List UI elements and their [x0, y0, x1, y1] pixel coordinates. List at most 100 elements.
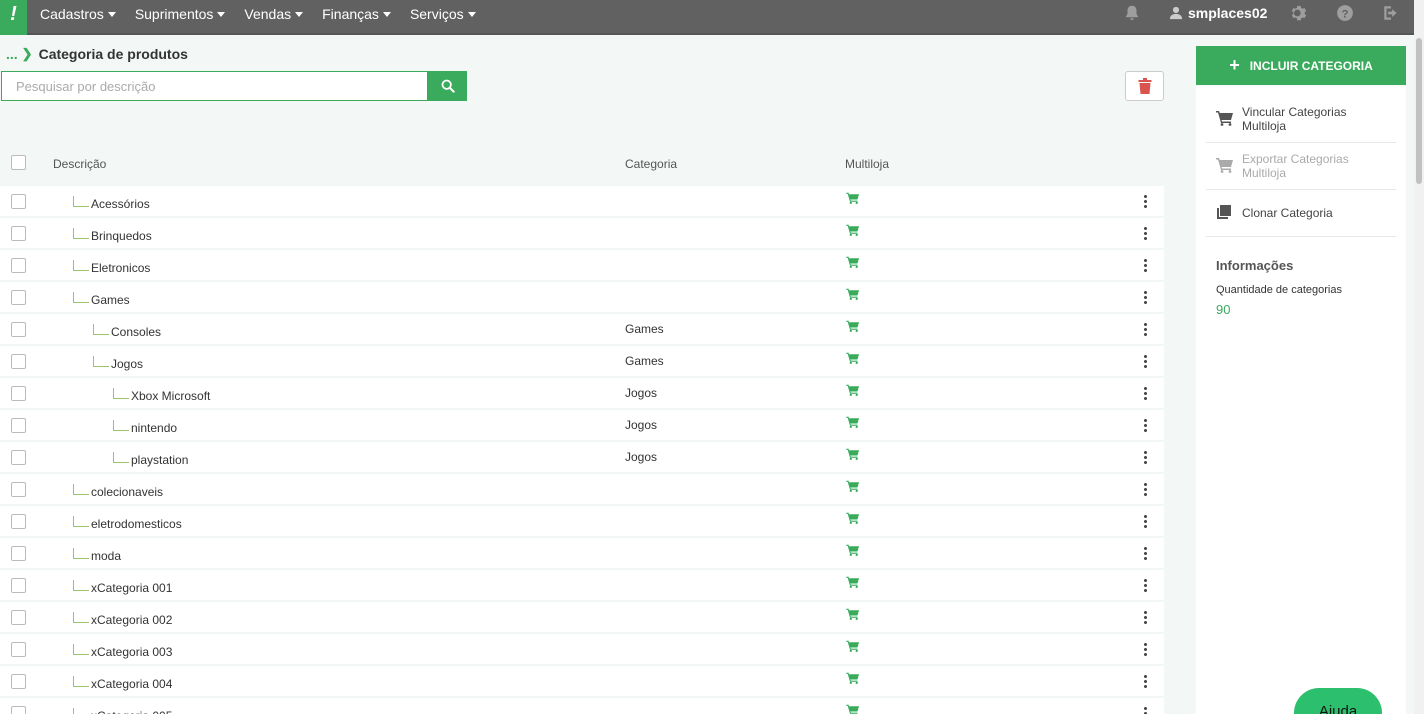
row-checkbox[interactable] [11, 482, 26, 497]
row-description[interactable]: Games [91, 293, 130, 307]
row-checkbox[interactable] [11, 258, 26, 273]
clone-category-action[interactable]: Clonar Categoria [1206, 190, 1396, 237]
cart-icon[interactable] [846, 704, 860, 714]
table-row[interactable]: xCategoria 003 [0, 634, 1164, 664]
nav-financas[interactable]: Finanças [322, 6, 391, 22]
row-description[interactable]: xCategoria 005 [91, 709, 172, 714]
row-description[interactable]: xCategoria 002 [91, 613, 172, 627]
logout-icon[interactable] [1382, 4, 1400, 22]
row-description[interactable]: Xbox Microsoft [131, 389, 210, 403]
app-logo[interactable]: ! [0, 0, 27, 35]
table-row[interactable]: Consoles Games [0, 314, 1164, 344]
cart-icon[interactable] [846, 480, 860, 495]
breadcrumb-ellipsis[interactable]: ... [6, 46, 18, 62]
more-options-icon[interactable] [1144, 259, 1148, 274]
row-description[interactable]: xCategoria 004 [91, 677, 172, 691]
row-checkbox[interactable] [11, 194, 26, 209]
table-row[interactable]: xCategoria 002 [0, 602, 1164, 632]
cart-icon[interactable] [846, 544, 860, 559]
more-options-icon[interactable] [1144, 675, 1148, 690]
nav-vendas[interactable]: Vendas [244, 6, 304, 22]
column-header-descricao[interactable]: Descrição [53, 157, 106, 171]
delete-button[interactable] [1125, 71, 1164, 101]
cart-icon[interactable] [846, 256, 860, 271]
table-row[interactable]: nintendo Jogos [0, 410, 1164, 440]
table-row[interactable]: Eletronicos [0, 250, 1164, 280]
scrollbar-thumb[interactable] [1416, 38, 1422, 184]
search-input[interactable] [1, 71, 428, 101]
row-checkbox[interactable] [11, 322, 26, 337]
table-row[interactable]: playstation Jogos [0, 442, 1164, 472]
row-checkbox[interactable] [11, 706, 26, 714]
row-checkbox[interactable] [11, 226, 26, 241]
table-row[interactable]: eletrodomesticos [0, 506, 1164, 536]
cart-icon[interactable] [846, 416, 860, 431]
link-multistore-categories-action[interactable]: Vincular Categorias Multiloja [1206, 96, 1396, 143]
page-scrollbar[interactable] [1414, 0, 1424, 714]
row-description[interactable]: Acessórios [91, 197, 150, 211]
row-description[interactable]: nintendo [131, 421, 177, 435]
cart-icon[interactable] [846, 448, 860, 463]
cart-icon[interactable] [846, 672, 860, 687]
table-row[interactable]: colecionaveis [0, 474, 1164, 504]
more-options-icon[interactable] [1144, 515, 1148, 530]
row-description[interactable]: Eletronicos [91, 261, 150, 275]
more-options-icon[interactable] [1144, 643, 1148, 658]
export-multistore-categories-action[interactable]: Exportar Categorias Multiloja [1206, 143, 1396, 190]
row-description[interactable]: xCategoria 001 [91, 581, 172, 595]
cart-icon[interactable] [846, 640, 860, 655]
cart-icon[interactable] [846, 384, 860, 399]
table-row[interactable]: Games [0, 282, 1164, 312]
table-row[interactable]: Jogos Games [0, 346, 1164, 376]
more-options-icon[interactable] [1144, 707, 1148, 714]
help-button[interactable]: Ajuda [1294, 688, 1382, 714]
row-description[interactable]: colecionaveis [91, 485, 163, 499]
row-checkbox[interactable] [11, 450, 26, 465]
table-row[interactable]: xCategoria 005 [0, 698, 1164, 714]
search-button[interactable] [428, 71, 467, 101]
row-checkbox[interactable] [11, 354, 26, 369]
cart-icon[interactable] [846, 288, 860, 303]
add-category-button[interactable]: + INCLUIR CATEGORIA [1196, 46, 1406, 85]
more-options-icon[interactable] [1144, 451, 1148, 466]
more-options-icon[interactable] [1144, 579, 1148, 594]
user-menu[interactable]: smplaces02 [1169, 5, 1267, 21]
more-options-icon[interactable] [1144, 547, 1148, 562]
column-header-multiloja[interactable]: Multiloja [845, 157, 889, 171]
more-options-icon[interactable] [1144, 387, 1148, 402]
help-icon[interactable]: ? [1336, 4, 1354, 22]
table-row[interactable]: Acessórios [0, 186, 1164, 216]
more-options-icon[interactable] [1144, 355, 1148, 370]
cart-icon[interactable] [846, 512, 860, 527]
row-checkbox[interactable] [11, 642, 26, 657]
row-checkbox[interactable] [11, 418, 26, 433]
row-description[interactable]: moda [91, 549, 121, 563]
row-description[interactable]: xCategoria 003 [91, 645, 172, 659]
row-checkbox[interactable] [11, 610, 26, 625]
cart-icon[interactable] [846, 608, 860, 623]
row-checkbox[interactable] [11, 514, 26, 529]
gear-icon[interactable] [1290, 4, 1308, 22]
more-options-icon[interactable] [1144, 483, 1148, 498]
row-checkbox[interactable] [11, 674, 26, 689]
row-checkbox[interactable] [11, 546, 26, 561]
row-checkbox[interactable] [11, 290, 26, 305]
row-description[interactable]: Consoles [111, 325, 161, 339]
more-options-icon[interactable] [1144, 611, 1148, 626]
nav-servicos[interactable]: Serviços [410, 6, 476, 22]
nav-cadastros[interactable]: Cadastros [40, 6, 116, 22]
more-options-icon[interactable] [1144, 195, 1148, 210]
row-description[interactable]: playstation [131, 453, 188, 467]
row-description[interactable]: Jogos [111, 357, 143, 371]
cart-icon[interactable] [846, 192, 860, 207]
table-row[interactable]: xCategoria 001 [0, 570, 1164, 600]
cart-icon[interactable] [846, 320, 860, 335]
cart-icon[interactable] [846, 352, 860, 367]
more-options-icon[interactable] [1144, 419, 1148, 434]
row-description[interactable]: Brinquedos [91, 229, 152, 243]
table-row[interactable]: xCategoria 004 [0, 666, 1164, 696]
bell-icon[interactable] [1123, 4, 1141, 22]
row-checkbox[interactable] [11, 578, 26, 593]
cart-icon[interactable] [846, 576, 860, 591]
table-row[interactable]: moda [0, 538, 1164, 568]
